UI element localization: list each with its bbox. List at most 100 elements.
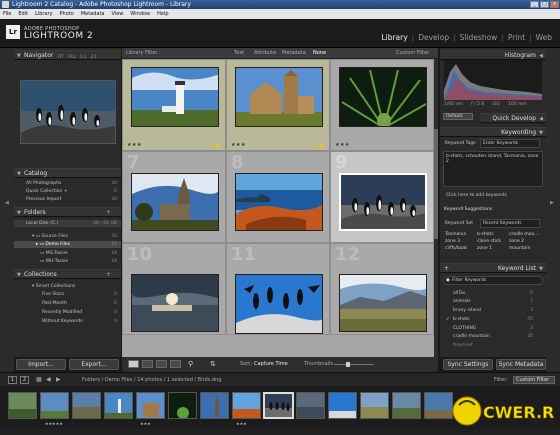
page-1-button[interactable]: 1 — [8, 376, 17, 384]
forward-arrow-icon[interactable]: ▶ — [56, 373, 61, 387]
right-collapse-icon[interactable]: ▶ — [550, 200, 554, 206]
back-arrow-icon[interactable]: ◀ — [46, 373, 51, 387]
filmstrip-thumb-selected[interactable] — [263, 392, 294, 419]
filmstrip-filter-select[interactable]: Custom Filter — [513, 376, 555, 384]
collections-header[interactable]: ▼ Collections + — [14, 269, 121, 279]
keyword-tags-select[interactable]: Enter Keywords — [480, 139, 540, 148]
maximize-button[interactable]: □ — [540, 1, 549, 8]
navigator-preview[interactable] — [20, 80, 116, 144]
collection-without-keywords[interactable]: Without Keywords 0 — [14, 318, 121, 325]
collection-recently-modified[interactable]: Recently Modified 0 — [14, 309, 121, 316]
module-print[interactable]: Print — [508, 33, 525, 42]
rating-stars[interactable]: ★★★ — [231, 142, 246, 148]
pick-flag-icon[interactable] — [215, 144, 219, 147]
collection-five-stars[interactable]: Five Stars 0 — [14, 291, 121, 298]
module-web[interactable]: Web — [536, 33, 552, 42]
menu-view[interactable]: View — [112, 9, 124, 19]
grid-cell[interactable]: 10 — [122, 243, 226, 335]
survey-view-icon[interactable] — [170, 360, 181, 368]
zoom-3-1[interactable]: 3:1 — [90, 54, 96, 59]
zoom-fill[interactable]: FILL — [68, 54, 76, 59]
grid-cell[interactable]: 8 — [226, 151, 330, 243]
grid-view-icon[interactable] — [128, 360, 139, 368]
filter-keywords-input[interactable]: ● Filter Keywords — [443, 276, 543, 285]
keyword-row[interactable]: ✓ b-shots 45 — [443, 316, 543, 323]
photo-birds-selected[interactable] — [339, 173, 427, 231]
collection-past-month[interactable]: Past Month 0 — [14, 300, 121, 307]
sync-settings-button[interactable]: Sync Settings — [443, 359, 493, 370]
close-button[interactable]: × — [550, 1, 559, 8]
add-folder-icon[interactable]: + — [106, 208, 111, 218]
grid-cell[interactable]: ★★★ — [226, 59, 330, 151]
add-keywords-hint[interactable]: Click here to add keywords — [446, 193, 507, 198]
drive-row[interactable]: Local Disk (C:) 48 / 66 GB — [14, 220, 121, 227]
grid-icon[interactable]: ▦ — [36, 373, 42, 387]
keywording-header[interactable]: Keywording ▼ — [440, 127, 546, 137]
photo-church-ruin[interactable] — [235, 67, 323, 127]
import-button[interactable]: Import... — [16, 359, 66, 370]
keyword-row[interactable]: cradle mountain 20 — [443, 333, 543, 340]
keyword-set-item[interactable]: mountain — [509, 246, 541, 251]
filmstrip-thumb[interactable] — [8, 392, 37, 419]
menu-help[interactable]: Help — [157, 9, 168, 19]
filmstrip-thumb[interactable] — [232, 392, 261, 419]
filmstrip-thumb[interactable] — [328, 392, 357, 419]
menu-metadata[interactable]: Metadata — [81, 9, 105, 19]
keyword-set-item[interactable]: zone 1 — [477, 246, 509, 251]
quick-develop-header[interactable]: Quick Develop ◀ — [480, 113, 546, 123]
photo-sea-sunset[interactable] — [131, 274, 219, 332]
module-library[interactable]: Library — [381, 33, 407, 42]
pick-flag-icon[interactable] — [319, 144, 323, 147]
grid-cell[interactable]: ★★★ — [122, 59, 226, 151]
folder-demo-files[interactable]: ▸ ▭ Demo Files 14 — [14, 241, 121, 248]
zoom-fit[interactable]: FIT — [58, 54, 64, 59]
keyword-suggestions-label[interactable]: Keyword Suggestions — [444, 207, 492, 212]
add-collection-icon[interactable]: + — [106, 270, 111, 280]
grid-cell[interactable]: 7 — [122, 151, 226, 243]
thumbnail-size-slider[interactable] — [334, 364, 374, 365]
photo-church-spire[interactable] — [131, 173, 219, 231]
sort-select[interactable]: Capture Time — [254, 357, 288, 372]
folder-source-files[interactable]: ▾ ▭ Source Files 30 — [14, 233, 121, 240]
module-slideshow[interactable]: Slideshow — [460, 33, 498, 42]
filmstrip-thumb[interactable] — [360, 392, 389, 419]
keyword-set-item[interactable]: cliffs/boat — [445, 246, 477, 251]
bottom-panel-strip[interactable] — [0, 429, 560, 435]
filter-preset[interactable]: Custom Filter — [396, 48, 429, 59]
menu-photo[interactable]: Photo — [60, 9, 74, 19]
folder-wh-tassie[interactable]: ▭ WH-Tassie 16 — [14, 258, 121, 265]
histogram-header[interactable]: Histogram ◀ — [440, 50, 546, 60]
filmstrip-thumb[interactable] — [40, 392, 69, 419]
filter-tab-none[interactable]: None — [313, 48, 326, 59]
loupe-view-icon[interactable] — [142, 360, 153, 368]
right-panel-strip[interactable] — [546, 48, 560, 372]
checkmark-icon[interactable]: ✓ — [446, 316, 450, 323]
keyword-set-item[interactable]: Tasmania — [445, 232, 477, 237]
keyword-row[interactable]: animals 7 — [443, 298, 543, 305]
keyword-set-item[interactable]: cradle mou... — [509, 232, 541, 237]
add-keyword-icon[interactable]: + — [444, 264, 449, 274]
filmstrip-thumb[interactable] — [72, 392, 101, 419]
scrollbar-thumb[interactable] — [434, 129, 438, 239]
keyword-set-select[interactable]: Recent Keywords — [480, 219, 540, 228]
zoom-1-1[interactable]: 1:1 — [80, 54, 86, 59]
filter-tab-metadata[interactable]: Metadata — [282, 48, 306, 59]
slider-handle[interactable] — [346, 362, 350, 367]
collection-smart[interactable]: ▾ Smart Collections — [14, 283, 121, 290]
menu-file[interactable]: File — [3, 9, 11, 19]
keyword-set-item[interactable]: zone 3 — [445, 239, 477, 244]
filmstrip-thumb[interactable] — [136, 392, 165, 419]
filmstrip-thumb[interactable] — [392, 392, 421, 419]
keyword-set-item[interactable]: b-shots — [477, 232, 509, 237]
sync-metadata-button[interactable]: Sync Metadata — [496, 359, 546, 370]
catalog-item-quick-collection[interactable]: Quick Collection + 0 — [14, 188, 121, 195]
page-2-button[interactable]: 2 — [20, 376, 29, 384]
photo-cormorants[interactable] — [235, 274, 323, 334]
rating-stars[interactable]: ★★★ — [127, 142, 142, 148]
keyword-row[interactable]: CLOTHING 2 — [443, 325, 543, 332]
filter-tab-text[interactable]: Text — [234, 48, 244, 59]
filmstrip-path[interactable]: Folders / Demo Files / 14 photos / 1 sel… — [82, 373, 221, 387]
grid-cell[interactable]: 9 — [330, 151, 434, 243]
photo-coast-rocks[interactable] — [235, 173, 323, 231]
keyword-set-item[interactable]: zone 2 — [509, 239, 541, 244]
